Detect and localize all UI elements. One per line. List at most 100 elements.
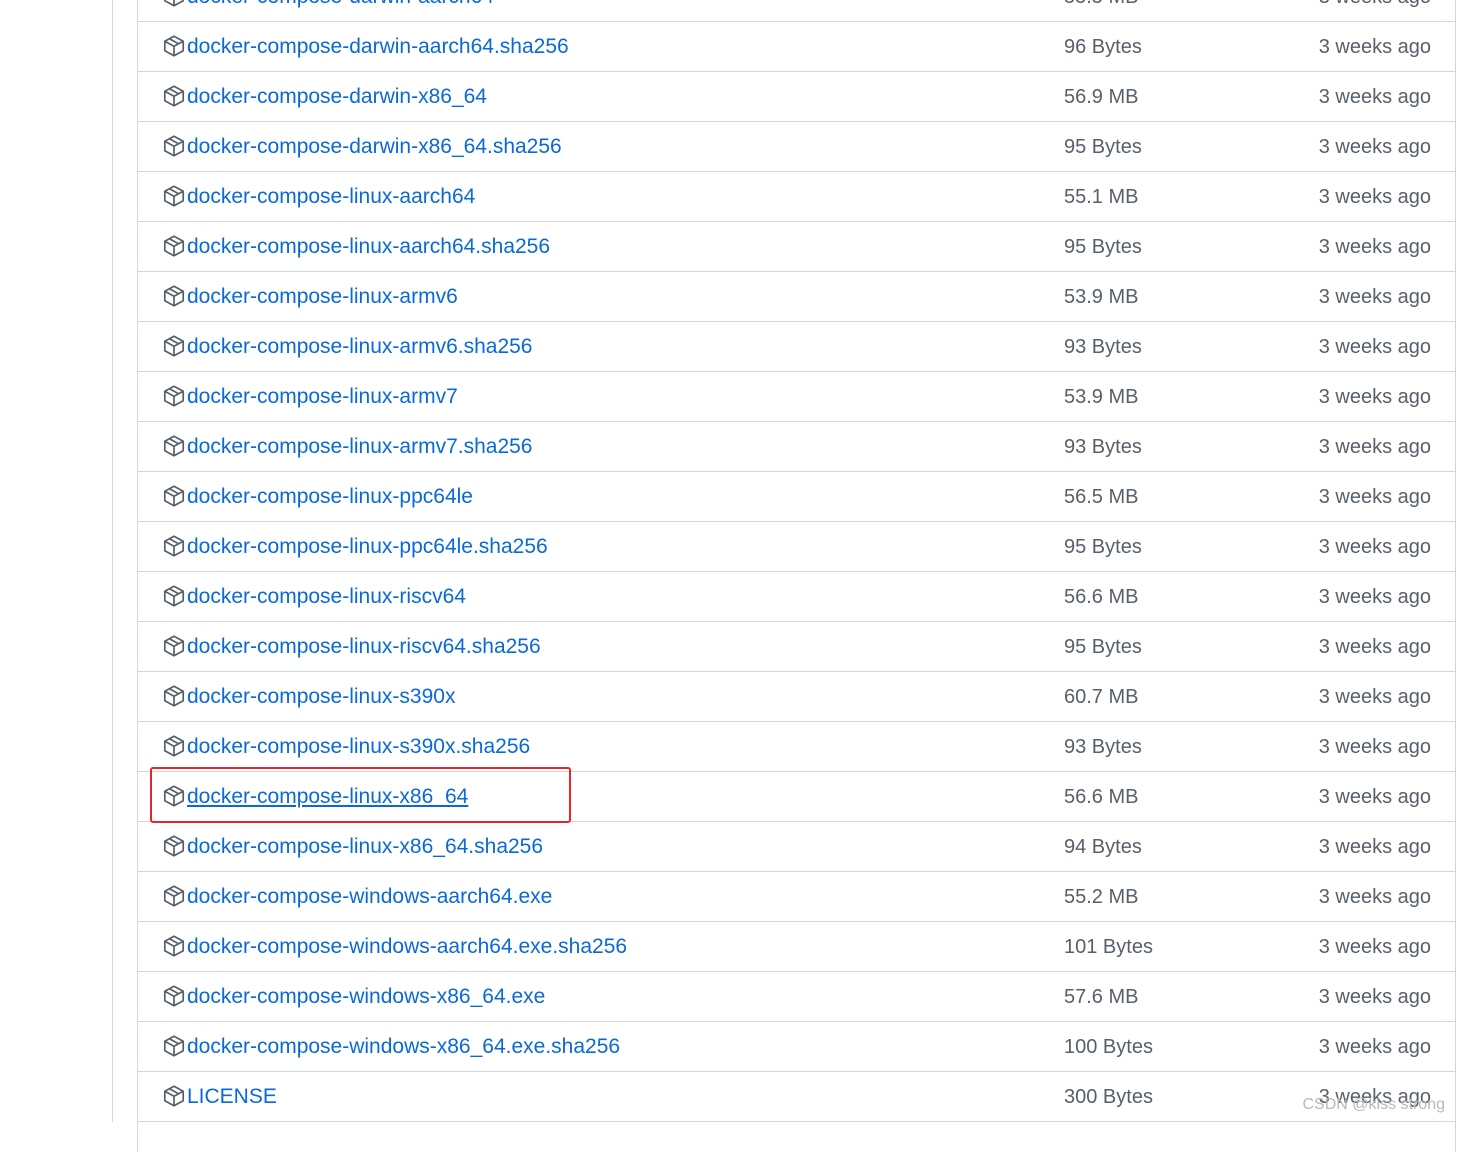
page-divider <box>112 0 113 1122</box>
asset-date: 3 weeks ago <box>1319 884 1431 910</box>
asset-size: 95 Bytes <box>1064 534 1142 560</box>
asset-date: 3 weeks ago <box>1319 834 1431 860</box>
asset-row: docker-compose-linux-aarch6455.1 MB3 wee… <box>138 172 1455 222</box>
asset-download-link[interactable]: docker-compose-windows-aarch64.exe.sha25… <box>187 934 627 960</box>
package-icon <box>162 384 186 408</box>
package-icon <box>162 434 186 458</box>
asset-size: 100 Bytes <box>1064 1034 1153 1060</box>
asset-download-link[interactable]: docker-compose-linux-aarch64.sha256 <box>187 234 550 260</box>
asset-download-link[interactable]: docker-compose-darwin-x86_64 <box>187 84 487 110</box>
asset-date: 3 weeks ago <box>1319 384 1431 410</box>
asset-row: docker-compose-linux-x86_64.sha256 94 Byt… <box>138 822 1455 872</box>
asset-size: 56.5 MB <box>1064 484 1138 510</box>
asset-date: 3 weeks ago <box>1319 484 1431 510</box>
package-icon <box>162 134 186 158</box>
asset-download-link[interactable]: LICENSE <box>187 1084 277 1110</box>
asset-download-link[interactable]: docker-compose-linux-armv6 <box>187 284 458 310</box>
asset-row: docker-compose-windows-aarch64.exe.sha25… <box>138 922 1455 972</box>
asset-size: 93 Bytes <box>1064 334 1142 360</box>
asset-row: docker-compose-linux-armv7.sha256 93 Byte… <box>138 422 1455 472</box>
asset-size: 93 Bytes <box>1064 434 1142 460</box>
package-icon <box>162 784 186 808</box>
asset-row: docker-compose-windows-aarch64.exe 55.2 M… <box>138 872 1455 922</box>
asset-download-link[interactable]: docker-compose-darwin-aarch64.sha256 <box>187 34 569 60</box>
asset-download-link[interactable]: docker-compose-linux-aarch64 <box>187 184 475 210</box>
asset-size: 95 Bytes <box>1064 234 1142 260</box>
asset-size: 94 Bytes <box>1064 834 1142 860</box>
package-icon <box>162 884 186 908</box>
asset-date: 3 weeks ago <box>1319 984 1431 1010</box>
asset-row: LICENSE300 Bytes3 weeks ago <box>138 1072 1455 1122</box>
asset-row: docker-compose-darwin-x86_64 56.9 MB 3 wee… <box>138 72 1455 122</box>
asset-row: docker-compose-linux-ppc64le.sha256 95 By… <box>138 522 1455 572</box>
asset-row: docker-compose-darwin-aarch64.sha256 96 B… <box>138 22 1455 72</box>
asset-download-link[interactable]: docker-compose-darwin-x86_64.sha256 <box>187 134 562 160</box>
asset-download-link[interactable]: docker-compose-windows-x86_64.exe <box>187 984 545 1010</box>
package-icon <box>162 634 186 658</box>
asset-size: 55.5 MB <box>1064 0 1138 10</box>
asset-date: 3 weeks ago <box>1319 434 1431 460</box>
asset-download-link[interactable]: docker-compose-windows-aarch64.exe <box>187 884 552 910</box>
asset-size: 56.6 MB <box>1064 784 1138 810</box>
asset-date: 3 weeks ago <box>1319 684 1431 710</box>
asset-row: docker-compose-linux-s390x.sha25693 Byte… <box>138 722 1455 772</box>
package-icon <box>162 984 186 1008</box>
asset-download-link[interactable]: docker-compose-linux-s390x.sha256 <box>187 734 530 760</box>
asset-row: docker-compose-windows-x86_64.exe.sha256… <box>138 1022 1455 1072</box>
asset-download-link[interactable]: docker-compose-windows-x86_64.exe.sha256 <box>187 1034 620 1060</box>
asset-date: 3 weeks ago <box>1319 634 1431 660</box>
asset-size: 53.9 MB <box>1064 384 1138 410</box>
asset-size: 300 Bytes <box>1064 1084 1153 1110</box>
asset-download-link[interactable]: docker-compose-linux-armv7 <box>187 384 458 410</box>
asset-size: 101 Bytes <box>1064 934 1153 960</box>
asset-download-link[interactable]: docker-compose-linux-armv7.sha256 <box>187 434 533 460</box>
asset-row: docker-compose-linux-aarch64.sha256 95 By… <box>138 222 1455 272</box>
release-assets-list: docker-compose-darwin-aarch64 55.5 MB 3 we… <box>137 0 1456 1152</box>
asset-row: docker-compose-linux-s390x60.7 MB3 weeks… <box>138 672 1455 722</box>
package-icon <box>162 584 186 608</box>
asset-row: docker-compose-linux-riscv64.sha256 95 By… <box>138 622 1455 672</box>
package-icon <box>162 184 186 208</box>
asset-size: 53.9 MB <box>1064 284 1138 310</box>
watermark: CSDN @kiss strong <box>1303 1096 1446 1114</box>
asset-download-link[interactable]: docker-compose-linux-x86_64.sha256 <box>187 834 543 860</box>
package-icon <box>162 284 186 308</box>
asset-size: 96 Bytes <box>1064 34 1142 60</box>
asset-download-link[interactable]: docker-compose-linux-x86_64 <box>187 784 468 810</box>
asset-size: 95 Bytes <box>1064 634 1142 660</box>
asset-date: 3 weeks ago <box>1319 934 1431 960</box>
package-icon <box>162 834 186 858</box>
asset-date: 3 weeks ago <box>1319 584 1431 610</box>
asset-date: 3 weeks ago <box>1319 134 1431 160</box>
package-icon <box>162 534 186 558</box>
asset-date: 3 weeks ago <box>1319 84 1431 110</box>
asset-row: docker-compose-linux-x86_6456.6 MB3 week… <box>138 772 1455 822</box>
package-icon <box>162 0 186 8</box>
asset-size: 95 Bytes <box>1064 134 1142 160</box>
asset-download-link[interactable]: docker-compose-linux-ppc64le.sha256 <box>187 534 548 560</box>
asset-download-link[interactable]: docker-compose-linux-riscv64 <box>187 584 466 610</box>
asset-size: 56.6 MB <box>1064 584 1138 610</box>
asset-download-link[interactable]: docker-compose-linux-s390x <box>187 684 455 710</box>
asset-size: 55.2 MB <box>1064 884 1138 910</box>
asset-row: docker-compose-linux-ppc64le 56.5 MB 3 wee… <box>138 472 1455 522</box>
asset-date: 3 weeks ago <box>1319 0 1431 10</box>
asset-date: 3 weeks ago <box>1319 734 1431 760</box>
package-icon <box>162 934 186 958</box>
asset-download-link[interactable]: docker-compose-linux-riscv64.sha256 <box>187 634 541 660</box>
package-icon <box>162 34 186 58</box>
asset-size: 56.9 MB <box>1064 84 1138 110</box>
asset-row: docker-compose-linux-riscv64 56.6 MB 3 wee… <box>138 572 1455 622</box>
asset-download-link[interactable]: docker-compose-linux-armv6.sha256 <box>187 334 533 360</box>
asset-download-link[interactable]: docker-compose-linux-ppc64le <box>187 484 473 510</box>
asset-row: docker-compose-darwin-x86_64.sha256 95 By… <box>138 122 1455 172</box>
package-icon <box>162 684 186 708</box>
asset-download-link[interactable]: docker-compose-darwin-aarch64 <box>187 0 494 10</box>
asset-date: 3 weeks ago <box>1319 184 1431 210</box>
asset-row: docker-compose-linux-armv7 53.9 MB 3 weeks… <box>138 372 1455 422</box>
asset-row: docker-compose-windows-x86_64.exe57.6 MB… <box>138 972 1455 1022</box>
package-icon <box>162 734 186 758</box>
asset-row: docker-compose-linux-armv6.sha256 93 Byte… <box>138 322 1455 372</box>
asset-row: docker-compose-linux-armv6 53.9 MB 3 weeks… <box>138 272 1455 322</box>
asset-date: 3 weeks ago <box>1319 284 1431 310</box>
